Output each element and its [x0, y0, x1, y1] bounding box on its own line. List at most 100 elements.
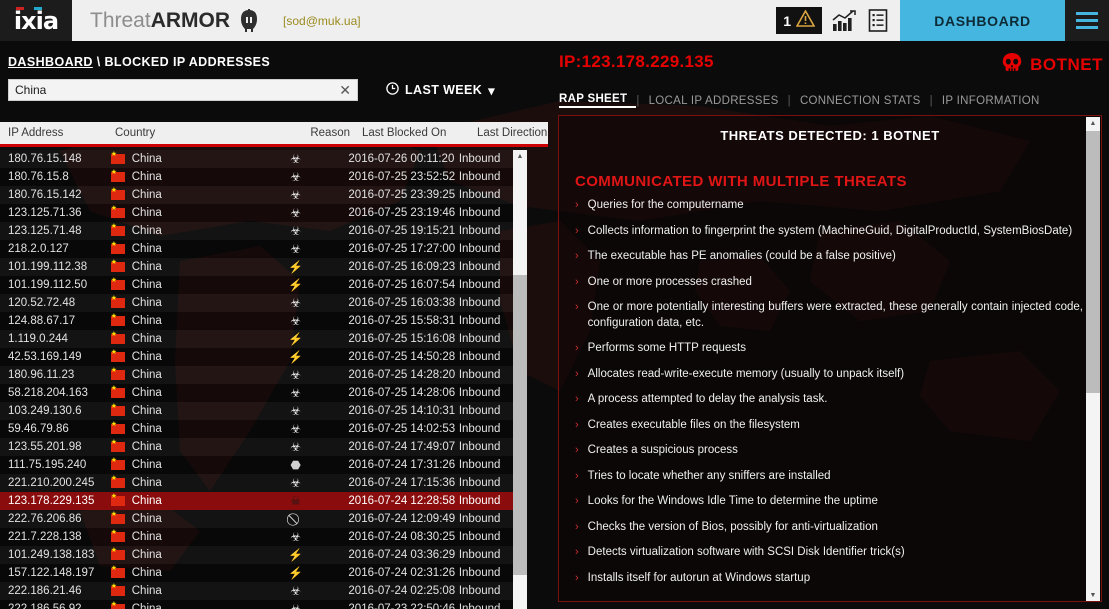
- country-label: China: [131, 225, 162, 237]
- rap-sheet-scrollbar[interactable]: ▲ ▼: [1086, 117, 1100, 601]
- scroll-up-arrow-icon[interactable]: ▲: [513, 150, 527, 163]
- table-row[interactable]: 123.125.71.36China☣2016-07-25 23:19:46In…: [0, 204, 527, 222]
- table-row[interactable]: 1.119.0.244China⚡2016-07-25 15:16:08Inbo…: [0, 330, 527, 348]
- threat-item-label: One or more potentially interesting buff…: [587, 301, 1083, 329]
- warning-triangle-icon: [795, 8, 816, 32]
- table-row[interactable]: 180.76.15.148China☣2016-07-26 00:11:20In…: [0, 150, 527, 168]
- table-row[interactable]: 59.46.79.86China☣2016-07-25 14:02:53Inbo…: [0, 420, 527, 438]
- china-flag-icon: [110, 582, 125, 596]
- table-row[interactable]: 221.210.200.245 China ☣ 2016-07-24 17:15:36…: [0, 474, 527, 492]
- table-row[interactable]: 222.76.206.86China⃠2016-07-24 12:09:49In…: [0, 510, 527, 528]
- report-icon[interactable]: [868, 9, 888, 32]
- search-input[interactable]: [9, 80, 329, 100]
- tab-connection-stats[interactable]: CONNECTION STATS: [791, 95, 930, 107]
- breadcrumb-dashboard-link[interactable]: DASHBOARD: [8, 55, 93, 69]
- cell-ip-address: 222.186.21.46: [8, 585, 82, 597]
- table-row[interactable]: 157.122.148.197 China ⚡ 2016-07-24 02:31:26…: [0, 564, 527, 582]
- tab-ip-information[interactable]: IP INFORMATION: [933, 95, 1049, 107]
- threat-item-label: Creates a suspicious process: [587, 444, 738, 457]
- chevron-right-icon: ›: [575, 199, 579, 211]
- brand-suffix: ARMOR: [150, 8, 231, 32]
- clear-search-icon[interactable]: ✕: [339, 82, 351, 98]
- chart-icon[interactable]: [832, 9, 858, 32]
- table-row[interactable]: 180.96.11.23China☣2016-07-25 14:28:20Inb…: [0, 366, 527, 384]
- china-flag-icon: [110, 564, 125, 578]
- tab-local-ip-addresses[interactable]: LOCAL IP ADDRESSES: [640, 95, 788, 107]
- cell-ip-address: 101.199.112.38: [8, 261, 88, 273]
- table-row[interactable]: 101.249.138.183 China ⚡ 2016-07-24 03:36:29…: [0, 546, 527, 564]
- chevron-right-icon: ›: [575, 469, 579, 482]
- hamburger-menu-icon[interactable]: [1065, 0, 1109, 41]
- alert-badge[interactable]: 1: [776, 7, 822, 34]
- cell-country: China: [110, 222, 255, 237]
- cell-last-blocked-on: 2016-07-25 15:58:31: [348, 315, 456, 327]
- cell-country: China: [110, 474, 255, 489]
- biohazard-icon: ☣: [290, 224, 301, 238]
- table-row[interactable]: 58.218.204.163China☣2016-07-25 14:28:06I…: [0, 384, 527, 402]
- threat-list-item: › Detects virtualization software with SC…: [575, 545, 1083, 561]
- table-row[interactable]: 103.249.130.6China☣2016-07-25 14:10:31In…: [0, 402, 527, 420]
- table-row[interactable]: 221.7.228.138China☣2016-07-24 08:30:25In…: [0, 528, 527, 546]
- country-label: China: [131, 459, 162, 471]
- cell-ip-address: 157.122.148.197: [8, 567, 95, 579]
- table-row[interactable]: 101.199.112.50China⚡2016-07-25 16:07:54I…: [0, 276, 527, 294]
- rap-scroll-up-arrow-icon[interactable]: ▲: [1086, 117, 1100, 130]
- time-range-selector[interactable]: LAST WEEK ▾: [386, 82, 495, 98]
- cell-last-blocked-on: 2016-07-25 19:15:21: [348, 225, 456, 237]
- cell-reason: ☣: [255, 531, 337, 543]
- cell-reason: ☣: [255, 243, 337, 255]
- cell-last-blocked-on: 2016-07-23 22:50:46: [348, 603, 456, 609]
- table-row[interactable]: 218.2.0.127China☣2016-07-25 17:27:00Inbo…: [0, 240, 527, 258]
- column-header-ip-address[interactable]: IP Address: [0, 127, 115, 139]
- cell-ip-address: 111.75.195.240: [8, 459, 87, 471]
- chevron-right-icon: ›: [575, 495, 579, 508]
- rap-scroll-down-arrow-icon[interactable]: ▼: [1086, 589, 1100, 601]
- biohazard-icon: ☣: [290, 422, 301, 436]
- column-header-country[interactable]: Country: [115, 127, 265, 139]
- rap-sheet-scrollbar-thumb[interactable]: [1086, 131, 1100, 393]
- table-row[interactable]: 180.76.15.8China☣2016-07-25 23:52:52Inbo…: [0, 168, 527, 186]
- tab-rap-sheet[interactable]: RAP SHEET: [559, 93, 637, 108]
- cell-ip-address: 221.210.200.245: [8, 477, 95, 489]
- table-row[interactable]: 123.125.71.48China☣2016-07-25 19:15:21In…: [0, 222, 527, 240]
- cell-ip-address: 58.218.204.163: [8, 387, 88, 399]
- table-row[interactable]: 111.75.195.240China⬣2016-07-24 17:31:26I…: [0, 456, 527, 474]
- china-flag-icon: [110, 276, 125, 290]
- blocked-ip-table: IP Address Country Reason Last Blocked O…: [0, 122, 548, 609]
- table-row[interactable]: 222.186.21.46China☣2016-07-24 02:25:08In…: [0, 582, 527, 600]
- table-row[interactable]: 124.88.67.17China☣2016-07-25 15:58:31Inb…: [0, 312, 527, 330]
- china-flag-icon: [110, 510, 125, 524]
- china-flag-icon: [110, 186, 125, 200]
- table-row[interactable]: 120.52.72.48China☣2016-07-25 16:03:38Inb…: [0, 294, 527, 312]
- table-row[interactable]: 180.76.15.142China☣2016-07-25 23:39:25In…: [0, 186, 527, 204]
- threats-detected-heading: THREATS DETECTED: 1 BOTNET: [720, 128, 940, 143]
- table-scrollbar[interactable]: ▲: [513, 150, 527, 609]
- cell-reason: ☣: [255, 423, 337, 435]
- chevron-right-icon: ›: [575, 250, 579, 263]
- search-box[interactable]: ✕: [8, 79, 358, 101]
- cell-reason: ⚡: [255, 567, 337, 579]
- country-label: China: [131, 351, 162, 363]
- chevron-right-icon: ›: [575, 342, 579, 355]
- chevron-down-icon: ▾: [488, 83, 495, 98]
- ixia-logo[interactable]: ixia: [0, 0, 72, 41]
- biohazard-icon: ☣: [290, 404, 301, 418]
- table-scrollbar-thumb[interactable]: [513, 275, 527, 575]
- biohazard-icon: ☣: [290, 206, 301, 220]
- dashboard-button[interactable]: DASHBOARD: [900, 0, 1065, 41]
- threat-list-item: › Looks for the Windows Idle Time to dete…: [575, 494, 1083, 510]
- column-header-last-blocked-on[interactable]: Last Blocked On: [350, 127, 477, 139]
- table-row[interactable]: 42.53.169.149China⚡2016-07-25 14:50:28In…: [0, 348, 527, 366]
- table-row[interactable]: 123.55.201.98China☣2016-07-24 17:49:07In…: [0, 438, 527, 456]
- cell-last-blocked-on: 2016-07-25 16:07:54: [348, 279, 456, 291]
- cell-last-blocked-on: 2016-07-24 08:30:25: [348, 531, 456, 543]
- column-header-reason[interactable]: Reason: [265, 127, 350, 139]
- column-header-last-direction[interactable]: Last Direction: [477, 127, 548, 139]
- table-row[interactable]: 123.178.229.135 China ☠ 2016-07-24 12:28:58…: [0, 492, 527, 510]
- cell-country: China: [110, 330, 255, 345]
- country-label: China: [131, 549, 162, 561]
- table-row[interactable]: 222.186.56.92China☣2016-07-23 22:50:46In…: [0, 600, 527, 609]
- cell-reason: ☣: [255, 297, 337, 309]
- country-label: China: [131, 261, 162, 273]
- table-row[interactable]: 101.199.112.38China⚡2016-07-25 16:09:23I…: [0, 258, 527, 276]
